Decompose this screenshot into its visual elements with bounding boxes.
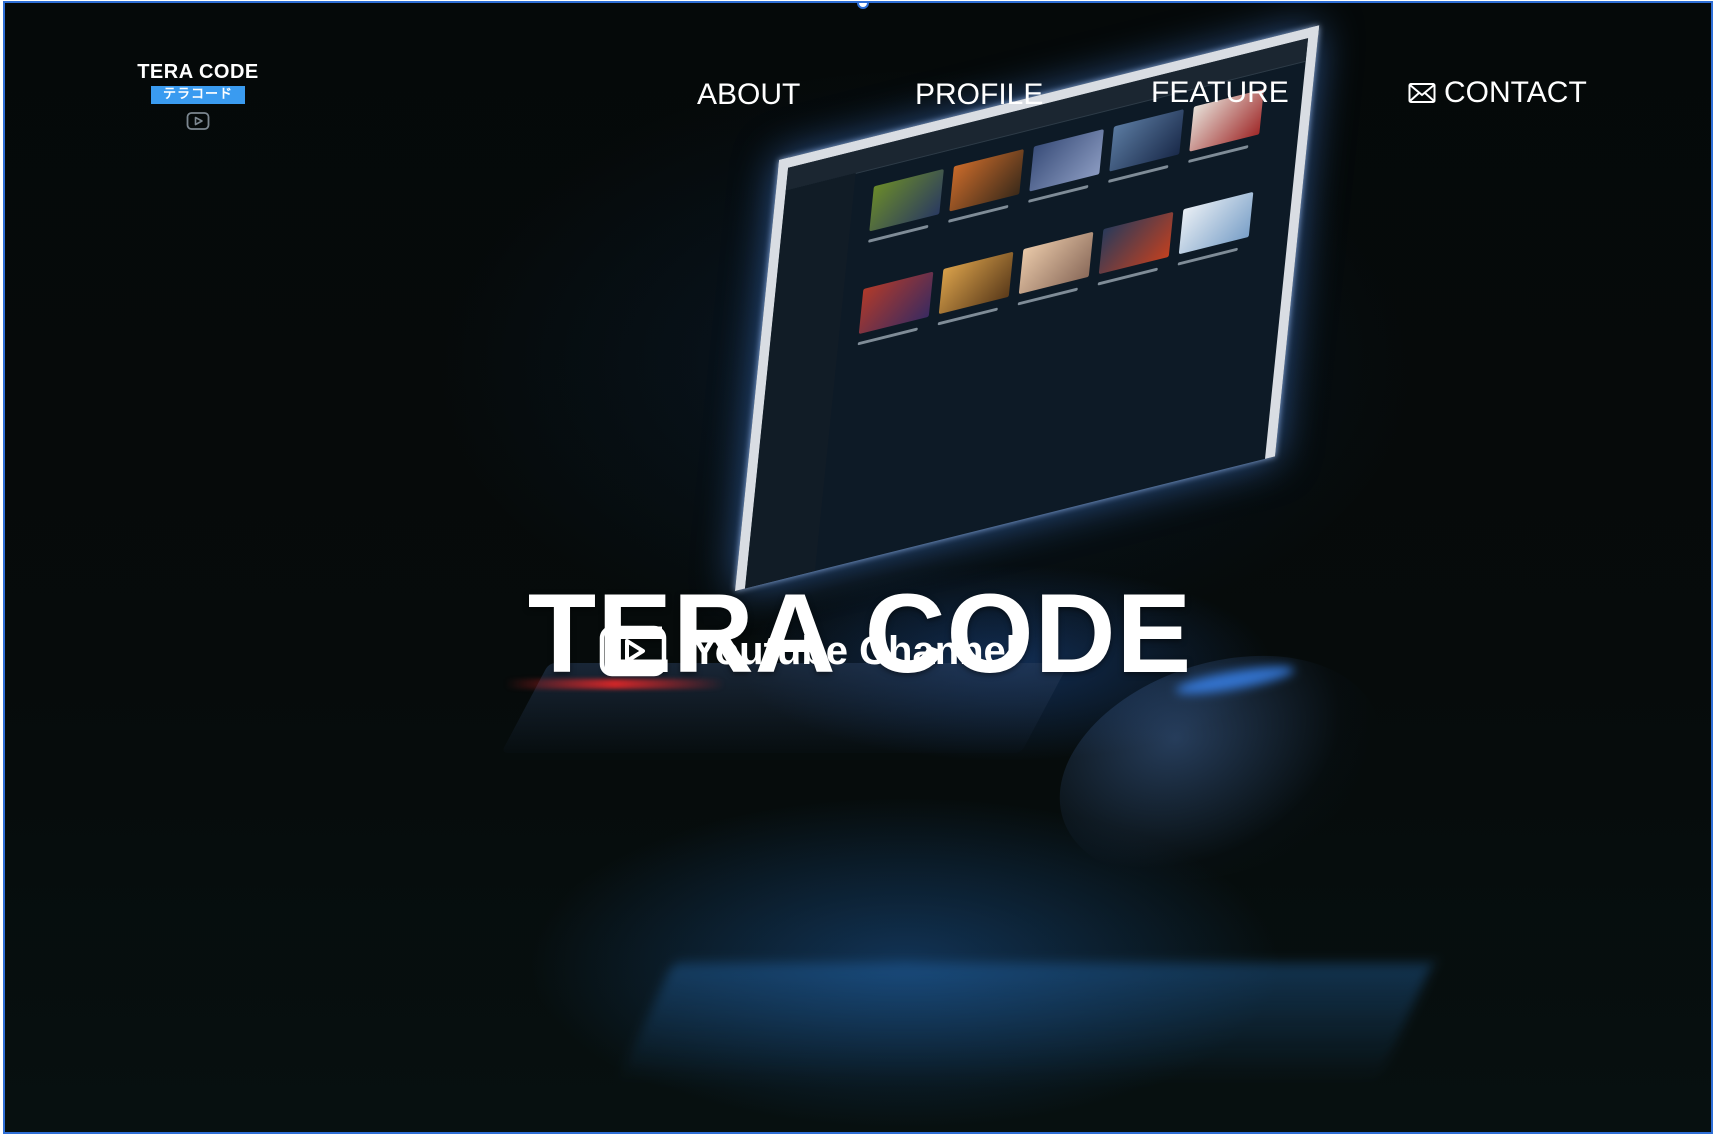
- video-thumbnail: [1029, 129, 1104, 192]
- hero-subtitle: Youtube Channel: [691, 629, 1017, 673]
- youtube-play-icon: [599, 625, 667, 677]
- hero-background-image: [5, 3, 1711, 1132]
- mail-icon: [1408, 83, 1436, 103]
- video-thumbnail: [1098, 211, 1174, 275]
- video-thumbnail: [858, 271, 934, 335]
- nav-contact-link[interactable]: CONTACT: [1408, 73, 1587, 113]
- video-thumbnail: [1109, 109, 1184, 172]
- nav-feature-link[interactable]: FEATURE: [1151, 73, 1289, 113]
- screen-sidebar: [745, 172, 856, 589]
- desk-reflection: [617, 963, 1433, 1083]
- nav-about-link[interactable]: ABOUT: [697, 75, 800, 115]
- video-thumbnail: [949, 148, 1024, 212]
- nav-contact-label: CONTACT: [1444, 76, 1587, 109]
- video-thumbnail: [1178, 191, 1254, 255]
- youtube-channel-link[interactable]: Youtube Channel: [599, 625, 1017, 677]
- video-thumbnail: [869, 168, 944, 232]
- main-nav: ABOUT PROFILE FEATURE CONTACT: [5, 73, 1711, 117]
- video-thumbnail: [938, 251, 1014, 315]
- video-thumbnail: [1018, 231, 1094, 295]
- nav-profile-link[interactable]: PROFILE: [915, 75, 1043, 115]
- hero-section: TERA CODE テラコード ABOUT PROFILE FEATURE CO…: [3, 1, 1713, 1134]
